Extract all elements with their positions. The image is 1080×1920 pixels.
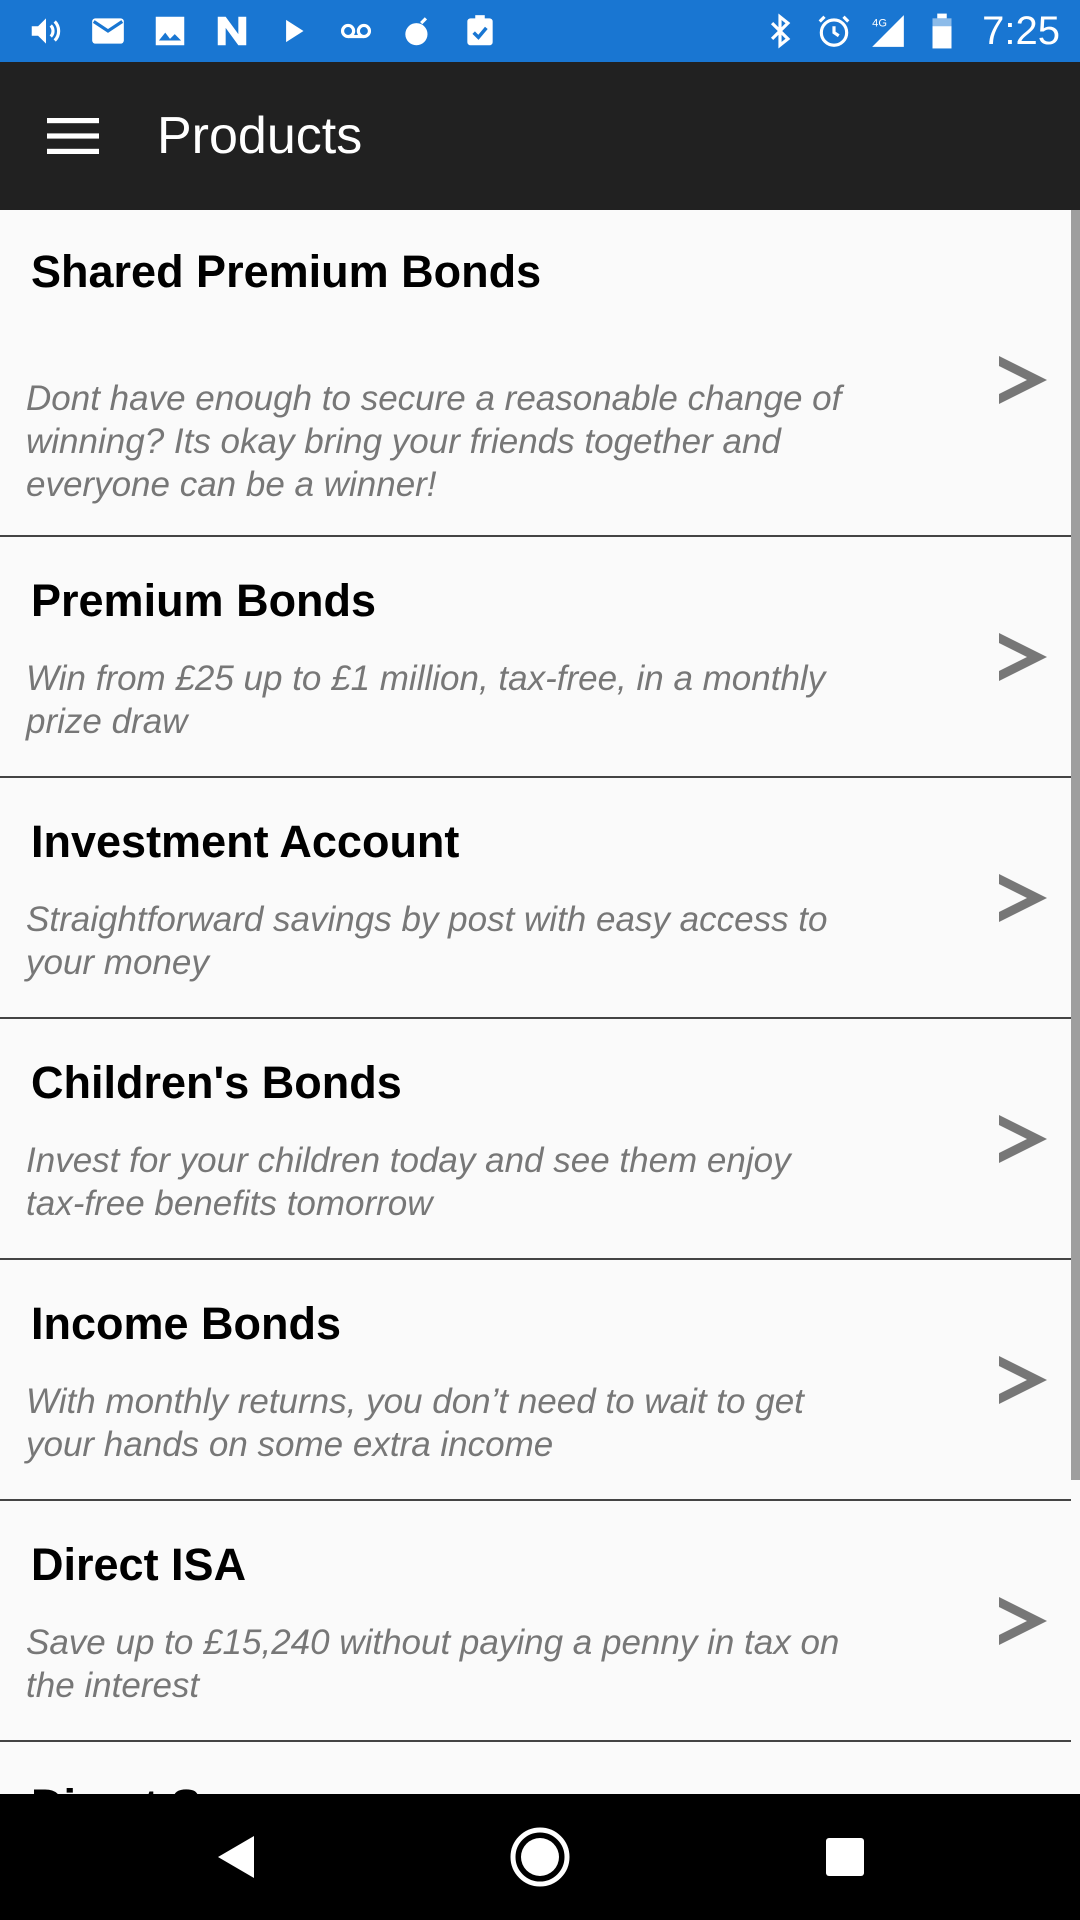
recents-button[interactable] xyxy=(810,1822,880,1892)
product-item-direct-isa[interactable]: Direct ISA Save up to £15,240 without pa… xyxy=(0,1501,1071,1742)
home-button[interactable] xyxy=(505,1822,575,1892)
page-title: Products xyxy=(157,107,363,165)
product-description: With monthly returns, you don’t need to … xyxy=(26,1382,804,1464)
product-title: Premium Bonds xyxy=(31,575,377,626)
battery-icon xyxy=(922,11,962,51)
chevron-right-icon xyxy=(995,627,1051,687)
app-bar: Products xyxy=(0,62,1080,210)
menu-button[interactable] xyxy=(38,106,108,166)
bomb-app-icon xyxy=(398,11,438,51)
home-circle-icon xyxy=(510,1827,570,1887)
product-description: Dont have enough to secure a reasonable … xyxy=(26,379,842,504)
product-item-childrens-bonds[interactable]: Children's Bonds Invest for your childre… xyxy=(0,1019,1071,1260)
product-description: Straightforward savings by post with eas… xyxy=(26,900,828,982)
product-title: Shared Premium Bonds xyxy=(31,246,542,297)
product-title: Direct Saver xyxy=(31,1780,294,1794)
product-item-shared-premium-bonds[interactable]: Shared Premium Bonds Dont have enough to… xyxy=(0,210,1071,537)
signal-4g-icon: 4G xyxy=(868,11,908,51)
product-item-direct-saver[interactable]: Direct Saver xyxy=(0,1742,1071,1794)
image-icon xyxy=(150,11,190,51)
play-icon xyxy=(274,11,314,51)
product-title: Direct ISA xyxy=(31,1539,247,1590)
volume-icon xyxy=(26,11,66,51)
product-description: Win from £25 up to £1 million, tax-free,… xyxy=(26,659,826,741)
product-item-investment-account[interactable]: Investment Account Straightforward savin… xyxy=(0,778,1071,1019)
back-button[interactable] xyxy=(200,1822,270,1892)
chevron-right-icon xyxy=(995,1350,1051,1410)
recents-square-icon xyxy=(826,1838,864,1876)
product-item-income-bonds[interactable]: Income Bonds With monthly returns, you d… xyxy=(0,1260,1071,1501)
back-triangle-icon xyxy=(218,1836,254,1878)
alarm-icon xyxy=(814,11,854,51)
hamburger-menu-icon xyxy=(47,118,99,154)
bluetooth-icon xyxy=(760,11,800,51)
product-list[interactable]: Shared Premium Bonds Dont have enough to… xyxy=(0,210,1080,1794)
status-bar: 4G 7:25 xyxy=(0,0,1080,62)
scrollbar[interactable] xyxy=(1071,210,1080,1480)
chevron-right-icon xyxy=(995,1591,1051,1651)
product-description: Save up to £15,240 without paying a penn… xyxy=(26,1623,840,1705)
mail-icon xyxy=(88,11,128,51)
product-title: Income Bonds xyxy=(31,1298,342,1349)
clipboard-check-icon xyxy=(460,11,500,51)
product-item-premium-bonds[interactable]: Premium Bonds Win from £25 up to £1 mill… xyxy=(0,537,1071,778)
chevron-right-icon xyxy=(995,350,1051,410)
product-title: Children's Bonds xyxy=(31,1057,402,1108)
product-title: Investment Account xyxy=(31,816,460,867)
chevron-right-icon xyxy=(995,1109,1051,1169)
svg-text:4G: 4G xyxy=(872,17,887,29)
chevron-right-icon xyxy=(995,868,1051,928)
n-app-icon xyxy=(212,11,252,51)
product-description: Invest for your children today and see t… xyxy=(26,1141,791,1223)
navigation-bar xyxy=(0,1794,1080,1920)
voicemail-icon xyxy=(336,11,376,51)
clock-time: 7:25 xyxy=(982,8,1060,53)
